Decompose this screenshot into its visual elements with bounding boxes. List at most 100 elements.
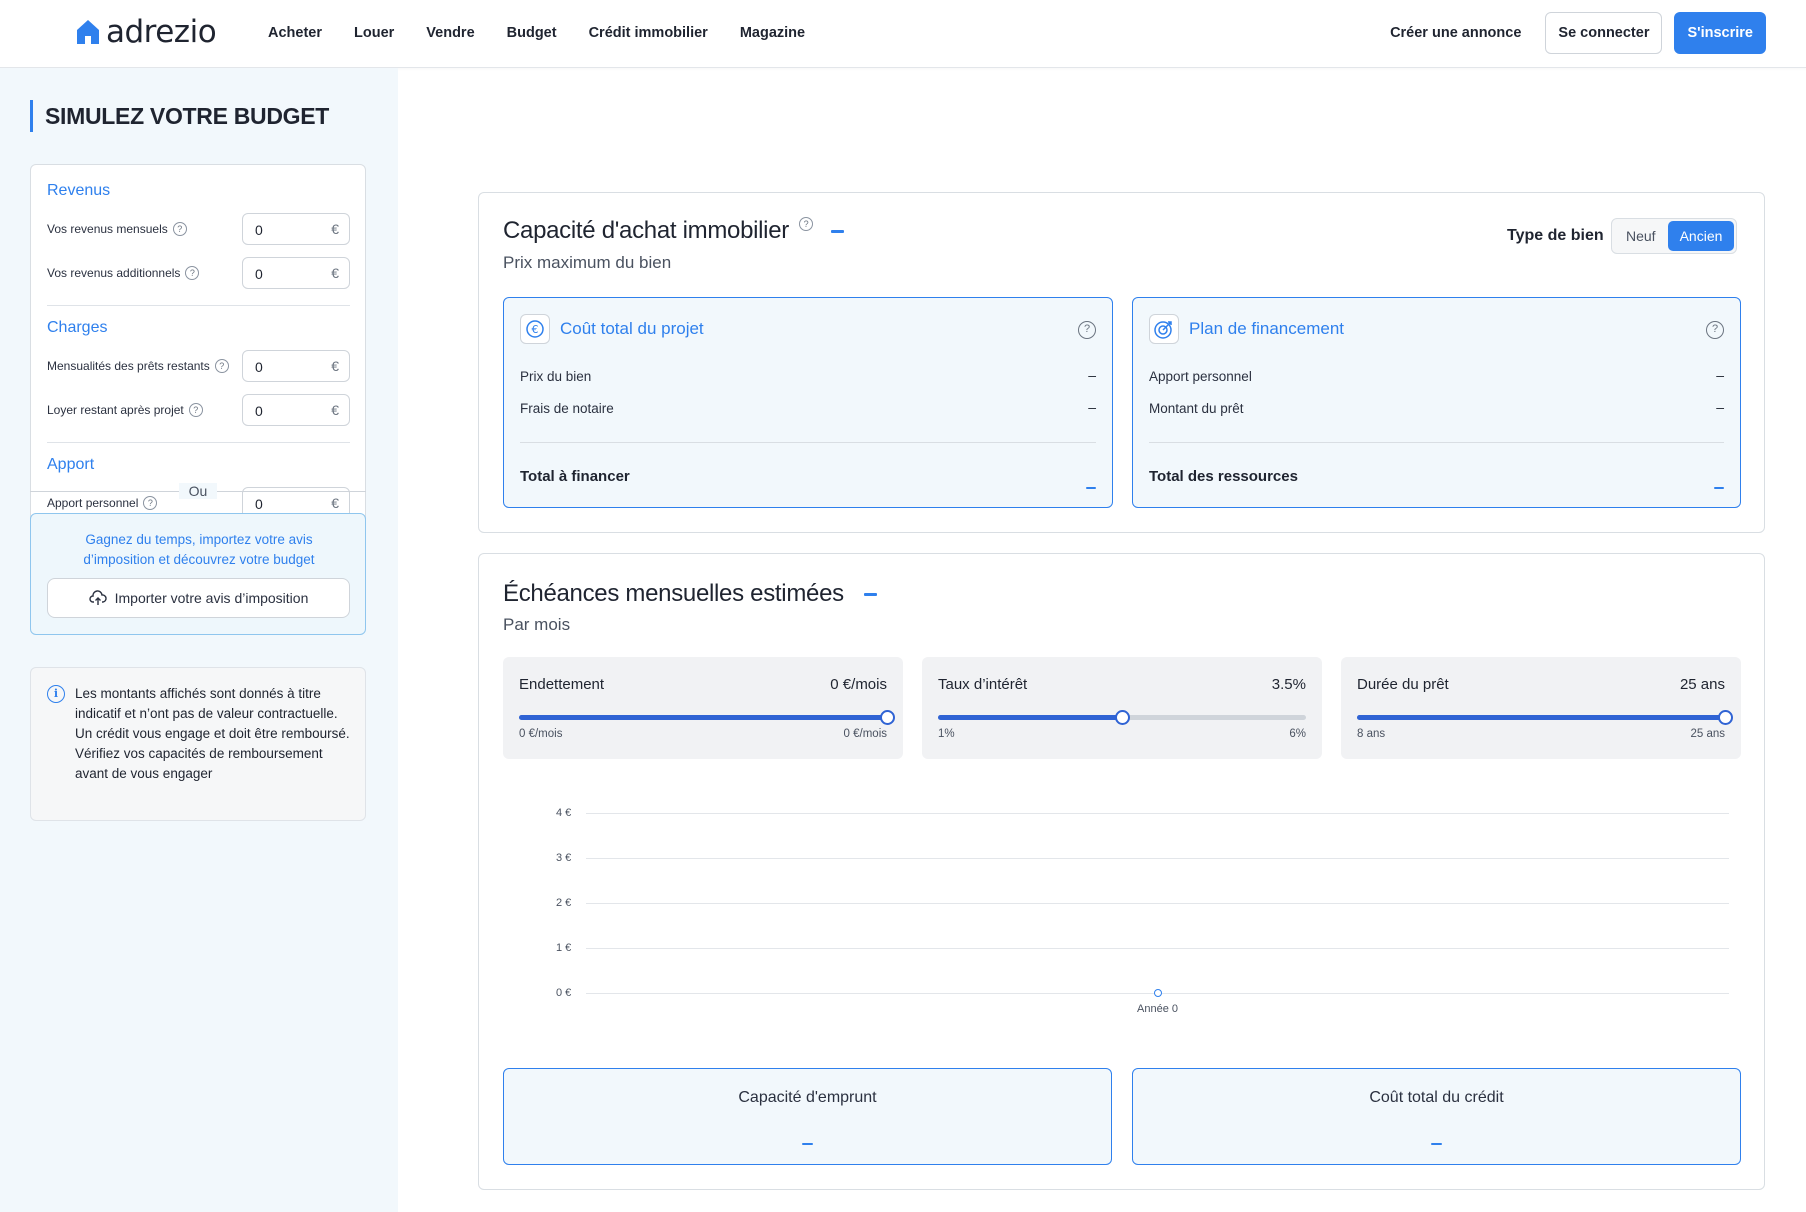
house-logo-icon xyxy=(77,20,99,44)
euro-icon: € xyxy=(331,402,339,418)
sidebar-title: SIMULEZ VOTRE BUDGET xyxy=(30,100,329,132)
value-placeholder xyxy=(1086,487,1096,489)
signup-button[interactable]: S'inscrire xyxy=(1674,12,1766,54)
total-resources-label: Total des ressources xyxy=(1149,468,1298,485)
capacity-subtitle: Prix maximum du bien xyxy=(503,253,672,272)
slider-fill xyxy=(1357,715,1725,720)
revenus-additionnels-text: Vos revenus additionnels xyxy=(47,266,181,280)
help-icon[interactable]: ? xyxy=(172,222,187,236)
slider-thumb[interactable] xyxy=(1718,710,1733,725)
total-to-finance-label: Total à financer xyxy=(520,468,630,485)
divider xyxy=(520,442,1096,443)
slider-thumb[interactable] xyxy=(880,710,895,725)
input-value: 0 xyxy=(255,266,263,282)
loyer-input[interactable]: 0 € xyxy=(242,394,350,426)
grid-line xyxy=(586,813,1729,814)
create-listing-link[interactable]: Créer une annonce xyxy=(1378,12,1533,54)
total-cost-title: Coût total du projet xyxy=(560,319,704,338)
loan-duration-track[interactable] xyxy=(1357,710,1733,725)
type-option-ancien[interactable]: Ancien xyxy=(1667,221,1735,251)
import-promo-text: Gagnez du temps, importez votre avis d’i… xyxy=(83,532,315,567)
main-nav: Acheter Louer Vendre Budget Crédit immob… xyxy=(268,0,805,66)
monthly-value-placeholder xyxy=(863,592,877,596)
info-icon: i xyxy=(47,685,65,703)
euro-icon: € xyxy=(331,358,339,374)
import-tax-notice-card: Gagnez du temps, importez votre avis d’i… xyxy=(30,513,366,635)
svg-text:€: € xyxy=(532,323,539,336)
nav-budget[interactable]: Budget xyxy=(507,25,557,41)
input-value: 0 xyxy=(255,403,263,419)
interest-rate-min: 1% xyxy=(938,728,955,740)
or-separator: Ou xyxy=(30,483,366,499)
help-icon[interactable]: ? xyxy=(185,266,200,280)
help-icon[interactable]: ? xyxy=(1706,321,1724,339)
nav-louer[interactable]: Louer xyxy=(354,25,394,41)
value-placeholder xyxy=(1430,1143,1442,1145)
nav-acheter[interactable]: Acheter xyxy=(268,25,322,41)
euro-icon: € xyxy=(331,221,339,237)
interest-rate-track[interactable] xyxy=(938,710,1306,725)
grid-line xyxy=(586,858,1729,859)
revenus-mensuels-input[interactable]: 0 € xyxy=(242,213,350,245)
mensualites-text: Mensualités des prêts restants xyxy=(47,359,210,373)
help-icon[interactable]: ? xyxy=(188,403,203,417)
property-price-label: Prix du bien xyxy=(520,369,592,384)
property-type-label: Type de bien xyxy=(1507,227,1604,244)
borrowing-capacity-card: Capacité d'emprunt xyxy=(503,1068,1112,1165)
revenus-additionnels-input[interactable]: 0 € xyxy=(242,257,350,289)
divider xyxy=(47,305,350,306)
euro-icon: € xyxy=(520,314,550,344)
debt-slider-panel: Endettement 0 €/mois 0 €/mois 0 €/mois xyxy=(503,657,903,759)
slider-thumb[interactable] xyxy=(1115,710,1130,725)
monthly-title: Échéances mensuelles estimées xyxy=(503,580,844,607)
loyer-label: Loyer restant après projet ? xyxy=(47,403,203,417)
mensualites-input[interactable]: 0 € xyxy=(242,350,350,382)
revenus-additionnels-label: Vos revenus additionnels ? xyxy=(47,266,200,280)
borrowing-capacity-value xyxy=(801,1132,813,1150)
section-revenus: Revenus xyxy=(47,182,111,199)
input-value: 0 xyxy=(255,222,263,238)
interest-rate-slider-panel: Taux d’intérêt 3.5% 1% 6% xyxy=(922,657,1322,759)
disclaimer-card: i Les montants affichés sont donnés à ti… xyxy=(30,667,366,821)
total-to-finance-value xyxy=(1086,476,1096,494)
budget-form-card: Revenus Vos revenus mensuels ? 0 € Vos r… xyxy=(30,164,366,538)
logo[interactable]: adrezio xyxy=(76,14,217,50)
nav-magazine[interactable]: Magazine xyxy=(740,25,805,41)
y-tick-label: 3 € xyxy=(556,852,572,864)
borrowing-capacity-label: Capacité d'emprunt xyxy=(738,1089,877,1106)
top-navigation-bar: adrezio Acheter Louer Vendre Budget Créd… xyxy=(0,0,1806,68)
capacity-title-row: Capacité d'achat immobilier ? xyxy=(503,217,844,245)
interest-rate-max: 6% xyxy=(1289,728,1306,740)
debt-slider-value: 0 €/mois xyxy=(830,676,887,693)
revenus-mensuels-text: Vos revenus mensuels xyxy=(47,222,168,236)
help-icon[interactable]: ? xyxy=(1078,321,1096,339)
value-placeholder xyxy=(1714,487,1724,489)
help-icon[interactable]: ? xyxy=(214,359,229,373)
personal-contribution-label: Apport personnel xyxy=(1149,369,1252,384)
y-tick-label: 4 € xyxy=(556,807,572,819)
help-icon[interactable]: ? xyxy=(798,217,813,231)
data-point[interactable] xyxy=(1153,989,1162,997)
debt-slider-max: 0 €/mois xyxy=(843,728,887,740)
header-actions: Créer une annonce Se connecter S'inscrir… xyxy=(1378,12,1766,54)
debt-slider-track[interactable] xyxy=(519,710,895,725)
disclaimer-text: Les montants affichés sont donnés à titr… xyxy=(75,686,350,781)
login-button[interactable]: Se connecter xyxy=(1545,12,1663,54)
x-tick-label: Année 0 xyxy=(1137,1003,1178,1015)
property-price-value: – xyxy=(1088,367,1096,383)
loan-amount-value: – xyxy=(1716,399,1724,415)
divider xyxy=(47,442,350,443)
total-credit-cost-label: Coût total du crédit xyxy=(1369,1089,1504,1106)
nav-vendre[interactable]: Vendre xyxy=(426,25,474,41)
import-tax-notice-button[interactable]: Importer votre avis d’imposition xyxy=(47,578,350,618)
capacity-value-placeholder xyxy=(830,229,844,233)
section-apport: Apport xyxy=(47,456,95,473)
type-option-neuf[interactable]: Neuf xyxy=(1614,221,1668,251)
nav-credit-immobilier[interactable]: Crédit immobilier xyxy=(589,25,708,41)
euro-icon: € xyxy=(331,265,339,281)
mensualites-label: Mensualités des prêts restants ? xyxy=(47,359,229,373)
personal-contribution-value: – xyxy=(1716,367,1724,383)
target-icon xyxy=(1149,314,1179,344)
cloud-upload-icon xyxy=(89,590,107,605)
input-value: 0 xyxy=(255,359,263,375)
